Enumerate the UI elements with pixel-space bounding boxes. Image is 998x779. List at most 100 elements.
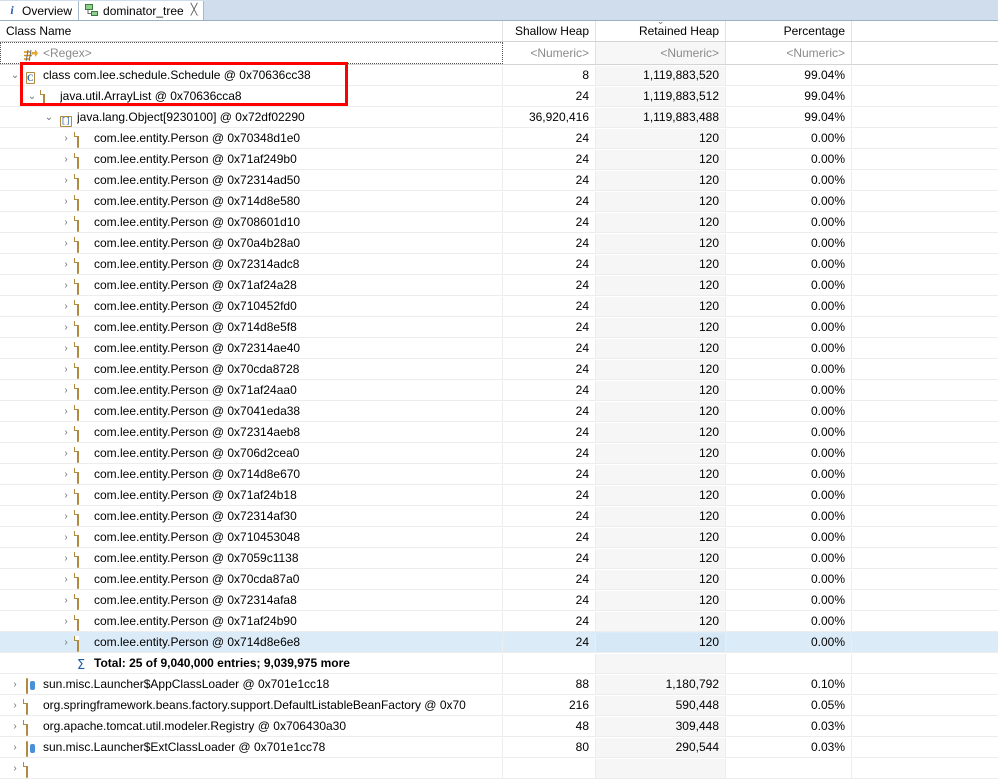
cell-class-name[interactable]: ›com.lee.entity.Person @ 0x71af24aa0 [0, 381, 503, 400]
cell-class-name[interactable]: ›com.lee.entity.Person @ 0x7059c1138 [0, 549, 503, 568]
chevron-right-icon[interactable]: › [59, 549, 73, 568]
chevron-right-icon[interactable]: › [59, 381, 73, 400]
cell-class-name[interactable]: ›com.lee.entity.Person @ 0x70cda8728 [0, 360, 503, 379]
table-row[interactable]: ›com.lee.entity.Person @ 0x7059c11382412… [0, 548, 998, 569]
chevron-right-icon[interactable]: › [59, 150, 73, 169]
cell-class-name[interactable]: ›com.lee.entity.Person @ 0x706d2cea0 [0, 444, 503, 463]
chevron-right-icon[interactable]: › [59, 129, 73, 148]
cell-class-name[interactable]: ›com.lee.entity.Person @ 0x72314aeb8 [0, 423, 503, 442]
cell-class-name[interactable]: ›com.lee.entity.Person @ 0x714d8e5f8 [0, 318, 503, 337]
chevron-right-icon[interactable]: › [8, 696, 22, 715]
table-row[interactable]: ›com.lee.entity.Person @ 0x70cda87282412… [0, 359, 998, 380]
cell-class-name[interactable]: ⌄Cclass com.lee.schedule.Schedule @ 0x70… [0, 66, 503, 85]
cell-class-name[interactable]: ›com.lee.entity.Person @ 0x7041eda38 [0, 402, 503, 421]
table-row[interactable]: ›com.lee.entity.Person @ 0x71af24a282412… [0, 275, 998, 296]
table-row[interactable]: ⌄java.util.ArrayList @ 0x70636cca8241,11… [0, 86, 998, 107]
column-header-class-name[interactable]: Class Name [0, 21, 503, 41]
chevron-right-icon[interactable]: › [8, 738, 22, 757]
chevron-right-icon[interactable]: › [59, 570, 73, 589]
table-row[interactable]: ›com.lee.entity.Person @ 0x7041eda382412… [0, 401, 998, 422]
column-header-blank[interactable] [852, 21, 994, 41]
chevron-down-icon[interactable]: ⌄ [25, 87, 39, 106]
chevron-right-icon[interactable]: › [59, 297, 73, 316]
table-row[interactable]: ›com.lee.entity.Person @ 0x70cda87a02412… [0, 569, 998, 590]
cell-class-name[interactable]: ›com.lee.entity.Person @ 0x710453048 [0, 528, 503, 547]
close-icon[interactable]: ╳ [191, 5, 198, 16]
chevron-right-icon[interactable]: › [59, 528, 73, 547]
cell-class-name[interactable]: ⌄java.util.ArrayList @ 0x70636cca8 [0, 87, 503, 106]
cell-class-name[interactable]: ›org.springframework.beans.factory.suppo… [0, 696, 503, 715]
table-row[interactable]: ›com.lee.entity.Person @ 0x72314adc82412… [0, 254, 998, 275]
chevron-right-icon[interactable]: › [59, 339, 73, 358]
chevron-right-icon[interactable]: › [59, 444, 73, 463]
table-row[interactable]: ›com.lee.entity.Person @ 0x70a4b28a02412… [0, 233, 998, 254]
table-row[interactable]: ›com.lee.entity.Person @ 0x714d8e6702412… [0, 464, 998, 485]
cell-class-name[interactable]: ⌄[]java.lang.Object[9230100] @ 0x72df022… [0, 108, 503, 127]
cell-class-name[interactable]: ›com.lee.entity.Person @ 0x72314afa8 [0, 591, 503, 610]
chevron-right-icon[interactable]: › [59, 507, 73, 526]
chevron-right-icon[interactable]: › [59, 465, 73, 484]
table-row[interactable]: ›com.lee.entity.Person @ 0x71af24b182412… [0, 485, 998, 506]
tab-overview[interactable]: i Overview [0, 1, 79, 20]
table-row[interactable]: ›com.lee.entity.Person @ 0x714d8e5f82412… [0, 317, 998, 338]
table-row[interactable]: ΣTotal: 25 of 9,040,000 entries; 9,039,9… [0, 653, 998, 674]
chevron-right-icon[interactable]: › [59, 423, 73, 442]
chevron-right-icon[interactable]: › [59, 402, 73, 421]
cell-class-name[interactable]: ›com.lee.entity.Person @ 0x72314adc8 [0, 255, 503, 274]
cell-class-name[interactable]: ›com.lee.entity.Person @ 0x71af24b90 [0, 612, 503, 631]
filter-input-percentage[interactable]: <Numeric> [726, 42, 852, 64]
cell-class-name[interactable]: ›com.lee.entity.Person @ 0x70348d1e0 [0, 129, 503, 148]
table-row[interactable]: › [0, 758, 998, 779]
chevron-right-icon[interactable]: › [59, 192, 73, 211]
cell-class-name[interactable]: ›com.lee.entity.Person @ 0x70cda87a0 [0, 570, 503, 589]
table-row[interactable]: ⌄Cclass com.lee.schedule.Schedule @ 0x70… [0, 65, 998, 86]
table-row[interactable]: ›org.springframework.beans.factory.suppo… [0, 695, 998, 716]
chevron-right-icon[interactable]: › [8, 675, 22, 694]
filter-input-shallow-heap[interactable]: <Numeric> [503, 42, 596, 64]
chevron-right-icon[interactable]: › [8, 759, 22, 778]
chevron-right-icon[interactable]: › [59, 360, 73, 379]
chevron-right-icon[interactable]: › [59, 612, 73, 631]
filter-input-retained-heap[interactable]: <Numeric> [596, 42, 726, 64]
table-row[interactable]: ›sun.misc.Launcher$AppClassLoader @ 0x70… [0, 674, 998, 695]
chevron-right-icon[interactable]: › [59, 591, 73, 610]
chevron-right-icon[interactable]: › [59, 213, 73, 232]
cell-class-name[interactable]: ›com.lee.entity.Person @ 0x710452fd0 [0, 297, 503, 316]
table-row[interactable]: ›com.lee.entity.Person @ 0x72314afa82412… [0, 590, 998, 611]
chevron-right-icon[interactable]: › [59, 633, 73, 652]
table-row[interactable]: ›com.lee.entity.Person @ 0x714d8e6e82412… [0, 632, 998, 653]
table-row[interactable]: ›com.lee.entity.Person @ 0x714d8e5802412… [0, 191, 998, 212]
cell-class-name[interactable]: ›com.lee.entity.Person @ 0x72314ad50 [0, 171, 503, 190]
table-row[interactable]: ›com.lee.entity.Person @ 0x72314ae402412… [0, 338, 998, 359]
cell-class-name[interactable]: ›sun.misc.Launcher$ExtClassLoader @ 0x70… [0, 738, 503, 757]
cell-class-name[interactable]: › [0, 759, 503, 778]
table-row[interactable]: ›org.apache.tomcat.util.modeler.Registry… [0, 716, 998, 737]
chevron-down-icon[interactable]: ⌄ [8, 66, 22, 85]
table-row[interactable]: ⌄[]java.lang.Object[9230100] @ 0x72df022… [0, 107, 998, 128]
chevron-right-icon[interactable]: › [59, 234, 73, 253]
table-row[interactable]: ›com.lee.entity.Person @ 0x72314ad502412… [0, 170, 998, 191]
cell-class-name[interactable]: ›com.lee.entity.Person @ 0x71af249b0 [0, 150, 503, 169]
table-row[interactable]: ›com.lee.entity.Person @ 0x7104530482412… [0, 527, 998, 548]
cell-class-name[interactable]: ›com.lee.entity.Person @ 0x70a4b28a0 [0, 234, 503, 253]
chevron-right-icon[interactable]: › [59, 276, 73, 295]
table-row[interactable]: ›com.lee.entity.Person @ 0x706d2cea02412… [0, 443, 998, 464]
cell-class-name[interactable]: ›sun.misc.Launcher$AppClassLoader @ 0x70… [0, 675, 503, 694]
cell-class-name[interactable]: ›com.lee.entity.Person @ 0x72314ae40 [0, 339, 503, 358]
table-row[interactable]: ›com.lee.entity.Person @ 0x708601d102412… [0, 212, 998, 233]
column-header-percentage[interactable]: Percentage [726, 21, 852, 41]
chevron-right-icon[interactable]: › [59, 486, 73, 505]
cell-class-name[interactable]: ›com.lee.entity.Person @ 0x72314af30 [0, 507, 503, 526]
chevron-down-icon[interactable]: ⌄ [42, 108, 56, 127]
cell-class-name[interactable]: ›com.lee.entity.Person @ 0x714d8e6e8 [0, 633, 503, 652]
column-header-shallow-heap[interactable]: Shallow Heap [503, 21, 596, 41]
cell-class-name[interactable]: ›com.lee.entity.Person @ 0x71af24a28 [0, 276, 503, 295]
table-row[interactable]: ›com.lee.entity.Person @ 0x71af24aa02412… [0, 380, 998, 401]
table-row[interactable]: ›com.lee.entity.Person @ 0x72314af302412… [0, 506, 998, 527]
table-row[interactable]: ›com.lee.entity.Person @ 0x70348d1e02412… [0, 128, 998, 149]
filter-input-blank[interactable] [852, 42, 994, 64]
cell-class-name[interactable]: ›com.lee.entity.Person @ 0x714d8e580 [0, 192, 503, 211]
table-row[interactable]: ›com.lee.entity.Person @ 0x710452fd02412… [0, 296, 998, 317]
table-row[interactable]: ›sun.misc.Launcher$ExtClassLoader @ 0x70… [0, 737, 998, 758]
cell-class-name[interactable]: ΣTotal: 25 of 9,040,000 entries; 9,039,9… [0, 654, 503, 673]
